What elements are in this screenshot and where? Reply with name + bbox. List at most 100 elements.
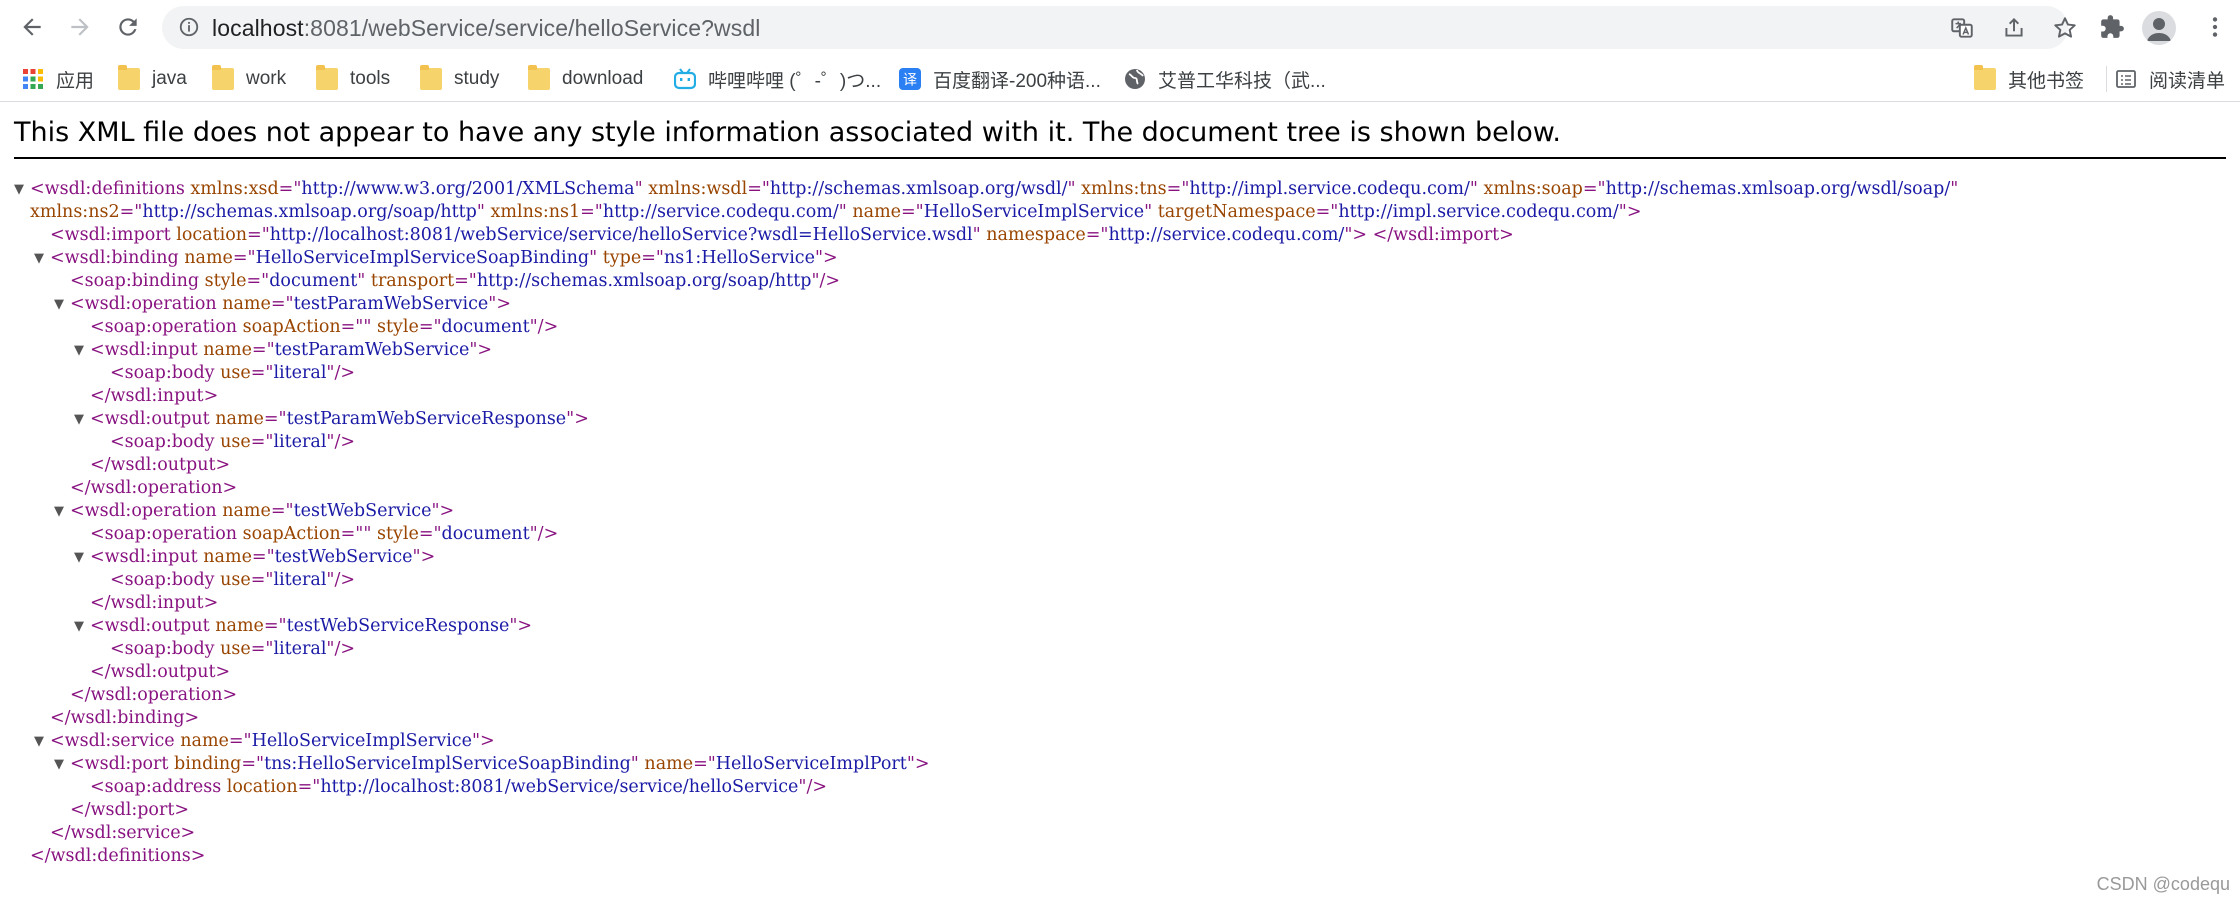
xml-attr-value: HelloServiceImplService [923,202,1145,222]
xml-line-text: <wsdl:output name="testParamWebServiceRe… [90,408,589,431]
xml-attr-name: use [220,432,251,452]
address-bar[interactable]: localhost:8081/webService/service/helloS… [162,6,2076,49]
puzzle-icon [2101,15,2124,38]
folder-icon [316,65,338,90]
xml-attr-value: tns:HelloServiceImplServiceSoapBinding [264,754,631,774]
xml-tag-text: "> [469,340,493,360]
xml-tag-text: <wsdl:port [70,754,175,774]
xml-line-text: </wsdl:port> [70,799,189,822]
collapse-toggle-icon[interactable]: ▼ [74,615,84,638]
xml-tag-text: <wsdl:output [90,409,216,429]
notice-divider [14,157,2226,159]
baidu-translate-icon: 译 [899,68,921,90]
collapse-toggle-icon[interactable]: ▼ [14,178,24,201]
xml-attr-value: HelloServiceImplService [251,731,472,751]
collapse-toggle-icon[interactable]: ▼ [54,500,64,523]
xml-tag-text: " [1950,179,1959,199]
xml-tag-text: <wsdl:import [50,225,177,245]
xml-attr-name: xmlns:ns2 [30,202,120,222]
xml-tag-text: </wsdl:binding> [50,708,200,728]
xml-attr-value: http://impl.service.codequ.com/ [1338,202,1619,222]
xml-tag-text: "> [509,616,533,636]
collapse-toggle-icon[interactable]: ▼ [54,293,64,316]
bookmark-label: 艾普工华科技（武... [1158,70,1326,92]
extensions-button[interactable] [2092,7,2132,47]
xml-tag-text: =" [901,202,924,222]
bookmark-folder-download[interactable]: download [528,64,643,94]
back-button[interactable] [12,7,52,47]
xml-line-text: <wsdl:operation name="testParamWebServic… [70,293,511,316]
bookmark-label: work [246,68,287,89]
collapse-toggle-icon[interactable]: ▼ [34,730,44,753]
xml-tag-text: =" [1315,202,1339,222]
reading-list-button[interactable]: 阅读清单 [2115,64,2225,94]
bookmark-folder-java[interactable]: java [118,64,187,94]
collapse-toggle-icon[interactable]: ▼ [74,339,84,362]
xml-tag-text: =" [1085,225,1109,245]
xml-attr-name: namespace [986,225,1086,245]
bookmark-folder-study[interactable]: study [420,64,499,94]
xml-attr-name: style [376,317,419,337]
xml-attr-value: document [441,317,530,337]
xml-line-text: <soap:body use="literal"/> [110,569,355,592]
bookmarks-bar: 应用 java work tools study download 哔哩哔哩 (… [0,55,2240,102]
svg-text:译: 译 [903,73,917,89]
xml-attr-name: type [602,248,642,268]
xml-tag-text: <wsdl:input [90,340,204,360]
xml-tag-text: " [972,225,987,245]
xml-tag-text: "/> [811,271,841,291]
xml-attr-name: name [222,501,271,521]
forward-button[interactable] [60,7,100,47]
bookmark-label: 应用 [56,70,95,92]
collapse-toggle-icon[interactable]: ▼ [54,753,64,776]
xml-tag-text: </wsdl:operation> [70,685,238,705]
xml-tag-text: "> [431,501,455,521]
xml-tag-text: =" [250,432,274,452]
bookmark-aipu[interactable]: 艾普工华科技（武... [1124,64,1326,94]
reload-icon [119,18,137,36]
xml-tag-text: "/> [326,570,356,590]
xml-tag-text: "> [471,731,495,751]
bookmark-baidu-translate[interactable]: 译 百度翻译-200种语... [899,64,1101,94]
profile-avatar[interactable] [2142,11,2176,45]
reload-button[interactable] [108,7,148,47]
xml-attr-value: literal [273,570,327,590]
collapse-toggle-icon[interactable]: ▼ [74,546,84,569]
xml-tag-text: =" [246,271,270,291]
xml-tag-text: =" [251,340,275,360]
translate-icon[interactable] [1949,15,1975,41]
bookmark-label: download [562,68,644,89]
xml-line-text: </wsdl:input> [90,592,218,615]
xml-tag-text: </wsdl:output> [90,455,231,475]
xml-tag-text: =" [250,570,274,590]
xml-tag-text: =" [1166,179,1190,199]
bookmark-other[interactable]: 其他书签 [1974,64,2084,94]
xml-attr-name: use [220,639,251,659]
xml-attr-value: http://service.codequ.com/ [602,202,839,222]
bookmark-folder-tools[interactable]: tools [316,64,390,94]
xml-tag-text: " [1469,179,1484,199]
menu-button[interactable] [2195,7,2235,47]
xml-attr-value: testWebService [274,547,413,567]
share-icon[interactable] [2001,15,2027,41]
xml-attr-name: name [203,340,252,360]
bookmark-apps[interactable]: 应用 [22,64,94,94]
bookmark-folder-work[interactable]: work [212,64,286,94]
xml-attr-value: document [269,271,358,291]
xml-attr-name: name [222,294,271,314]
star-icon[interactable] [2052,15,2078,41]
xml-attr-value: http://service.codequ.com/ [1108,225,1345,245]
xml-tag-text: =" [270,501,294,521]
bookmark-bilibili[interactable]: 哔哩哔哩 (゜-゜)つ... [674,64,881,94]
url-text[interactable]: localhost:8081/webService/service/helloS… [212,15,760,42]
xml-tag-text: =" [454,271,477,291]
xml-tag-text: =" [232,248,256,268]
xml-attr-name: name [203,547,252,567]
collapse-toggle-icon[interactable]: ▼ [74,408,84,431]
xml-attr-name: location [176,225,248,245]
collapse-toggle-icon[interactable]: ▼ [34,247,44,270]
info-icon[interactable] [178,16,200,38]
xml-tag-text: =" [228,731,252,751]
folder-icon [420,65,442,90]
xml-line-text: <wsdl:import location="http://localhost:… [50,224,1514,247]
